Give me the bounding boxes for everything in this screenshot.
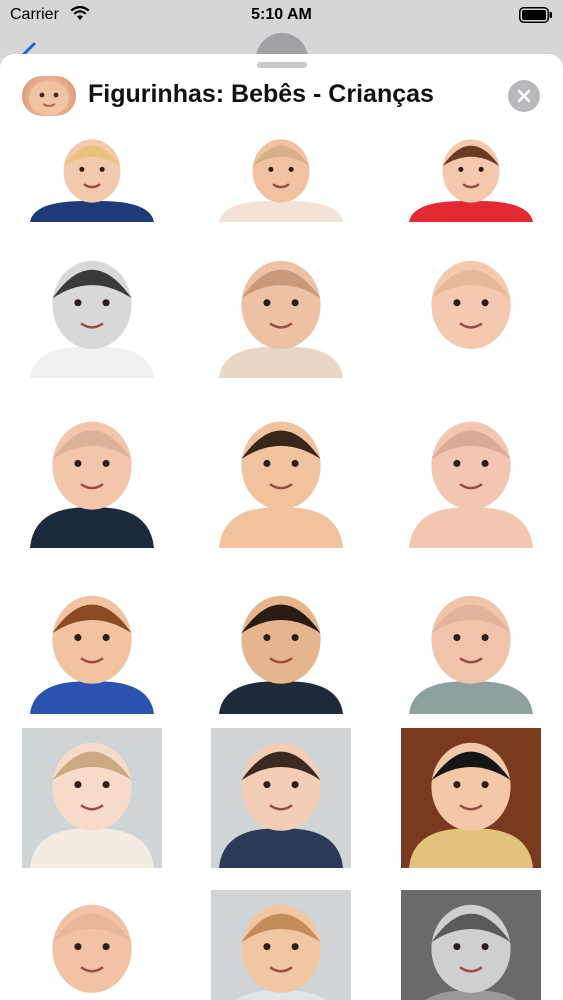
status-bar: Carrier 5:10 AM (0, 0, 563, 30)
sticker-image (409, 421, 533, 548)
sticker-kid-thermometer[interactable] (22, 586, 162, 714)
sticker-baby-happy[interactable] (211, 890, 351, 1000)
status-time: 5:10 AM (251, 6, 312, 23)
sticker-kid-messy-face[interactable] (211, 586, 351, 714)
sticker-baby-cat-face[interactable] (401, 134, 541, 222)
sticker-image (219, 421, 343, 548)
pack-avatar (22, 76, 76, 116)
sticker-image (401, 890, 541, 1000)
sticker-baby-vintage-bw[interactable] (401, 890, 541, 1000)
close-button[interactable] (508, 80, 540, 112)
sticker-baby-big-smile[interactable] (22, 890, 162, 1000)
baby-face-icon (29, 81, 69, 115)
sticker-image (211, 728, 351, 868)
sticker-image (46, 904, 138, 1000)
sticker-image (30, 139, 154, 222)
sticker-baby-overalls[interactable] (211, 728, 351, 868)
close-x-icon (517, 89, 531, 103)
pack-title: Figurinhas: Bebês - Crianças (88, 80, 434, 108)
sticker-grid (0, 134, 563, 1000)
sticker-cartoon-girl[interactable] (401, 728, 541, 868)
sticker-image (30, 595, 154, 714)
sticker-image (401, 728, 541, 868)
sticker-image (22, 728, 162, 868)
sticker-baby-frown[interactable] (211, 252, 351, 378)
sticker-baby-grumpy-bw[interactable] (22, 252, 162, 378)
sticker-baby-laughing[interactable] (401, 406, 541, 548)
sticker-baby-smiling[interactable] (211, 134, 351, 222)
sticker-girl-finger-mouth[interactable] (22, 728, 162, 868)
sticker-image (30, 421, 154, 548)
sticker-image (219, 139, 343, 222)
sticker-image (409, 260, 533, 378)
sticker-baby-skeptical[interactable] (22, 406, 162, 548)
sticker-image (219, 260, 343, 378)
sheet-header: Figurinhas: Bebês - Crianças (0, 72, 563, 122)
sticker-image (211, 890, 351, 1000)
sticker-image (30, 260, 154, 378)
sheet-grabber[interactable] (257, 62, 307, 68)
sticker-image (409, 139, 533, 222)
sticker-baby-stare[interactable] (211, 406, 351, 548)
sticker-baby-mustache[interactable] (401, 252, 541, 378)
battery-icon (519, 7, 552, 23)
sticker-image (409, 595, 533, 714)
sticker-image (219, 595, 343, 714)
sticker-sheet: Figurinhas: Bebês - Crianças (0, 54, 563, 1000)
sticker-baby-flexing[interactable] (22, 134, 162, 222)
sticker-baby-sleeping[interactable] (401, 586, 541, 714)
